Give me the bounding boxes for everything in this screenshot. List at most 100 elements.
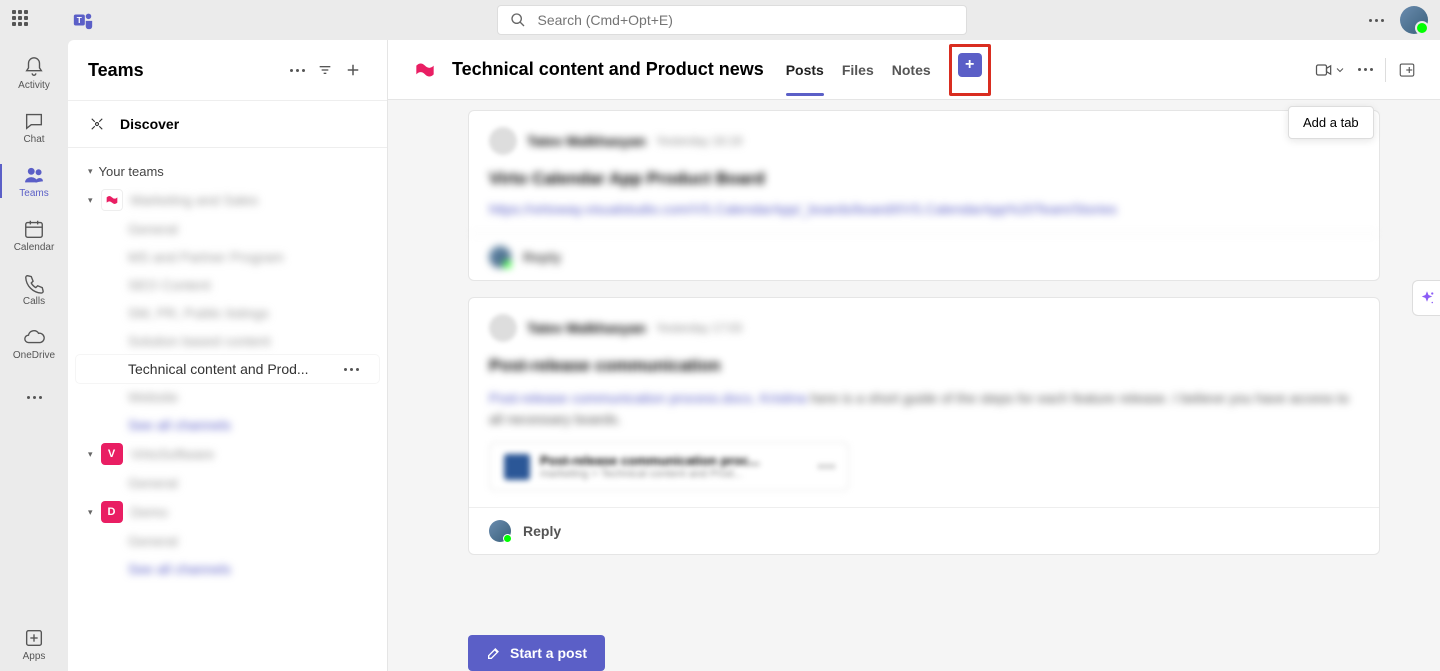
sidebar-header: Teams [68,40,387,100]
channel-row[interactable]: General [68,527,387,555]
attachment-subtitle: marketing > Technical content and Prod..… [540,468,809,480]
see-all-channels-link[interactable]: See all channels [68,411,387,439]
reply-button[interactable]: Reply [469,233,1379,280]
rail-label: Teams [19,188,48,199]
reply-avatar [489,520,511,542]
top-bar: T [0,0,1440,40]
channel-tabs: Posts Files Notes + [786,44,991,96]
reply-label: Reply [523,523,561,539]
user-avatar[interactable] [1400,6,1428,34]
create-team-icon[interactable] [339,56,367,84]
attachment-more-icon[interactable] [819,465,834,468]
channel-content: Technical content and Product news Posts… [388,40,1440,671]
channel-row[interactable]: MS and Partner Program [68,243,387,271]
add-tab-highlight: + [949,44,991,96]
apps-icon [23,627,45,649]
word-doc-icon [504,454,530,480]
rail-label: Apps [23,651,46,662]
teams-sidebar: Teams Discover Your teams Marketing and … [68,40,388,671]
channel-more-icon[interactable] [344,368,359,371]
start-post-button[interactable]: Start a post [468,635,605,671]
rail-calls[interactable]: Calls [0,262,68,316]
reply-label: Reply [523,249,561,265]
teams-logo-icon: T [72,9,94,31]
post-body-text: Post-release communication process.docx,… [489,388,1359,430]
team-row[interactable]: V VirtoSoftware [68,439,387,469]
rail-more[interactable] [0,370,68,424]
post-author-avatar[interactable] [489,314,517,342]
channel-row[interactable]: SEO Content [68,271,387,299]
post-attachment-link[interactable]: Post-release communication process.docx,… [489,390,806,406]
channel-row-active[interactable]: Technical content and Prod... [76,355,379,383]
team-avatar-icon [101,189,123,211]
cloud-icon [23,326,45,348]
calendar-icon [23,218,45,240]
rail-label: Calendar [14,242,55,253]
rail-label: OneDrive [13,350,55,361]
add-tab-button[interactable]: + [958,53,982,77]
rail-chat[interactable]: Chat [0,100,68,154]
rail-calendar[interactable]: Calendar [0,208,68,262]
app-rail: Activity Chat Teams Calendar Calls OneDr… [0,40,68,671]
channel-header: Technical content and Product news Posts… [388,40,1440,100]
see-all-channels-link[interactable]: See all channels [68,555,387,583]
rail-apps[interactable]: Apps [0,617,68,671]
channel-more-button[interactable] [1358,68,1373,71]
reply-avatar [489,246,511,268]
post-timestamp: Yesterday 17:03 [656,321,742,335]
filter-icon[interactable] [311,56,339,84]
reply-button[interactable]: Reply [469,507,1379,554]
team-row[interactable]: Marketing and Sales [68,185,387,215]
post-author[interactable]: Tatev Malkhasyan [527,320,646,336]
post-attachment[interactable]: Post-release communication proc... marke… [489,442,849,491]
discover-icon [88,115,106,133]
tab-notes[interactable]: Notes [892,44,931,96]
compose-icon [486,645,502,661]
channel-row[interactable]: General [68,215,387,243]
rail-label: Chat [23,134,44,145]
rail-onedrive[interactable]: OneDrive [0,316,68,370]
post-author[interactable]: Tatev Malkhasyan [527,133,646,149]
sidebar-title: Teams [88,60,283,81]
post-author-avatar[interactable] [489,127,517,155]
tab-files[interactable]: Files [842,44,874,96]
channel-row[interactable]: Website [68,383,387,411]
bell-icon [23,56,45,78]
channel-title: Technical content and Product news [452,59,764,80]
attachment-title: Post-release communication proc... [540,453,809,468]
team-name: Demo [131,504,168,520]
sidebar-more-icon[interactable] [283,56,311,84]
your-teams-section[interactable]: Your teams [68,158,387,185]
channel-row[interactable]: SM, PR, Public listings [68,299,387,327]
phone-icon [23,272,45,294]
teams-tree: Your teams Marketing and Sales General M… [68,148,387,671]
chat-icon [23,110,45,132]
post-card: Tatev Malkhasyan Yesterday 16:19 Virto C… [468,110,1380,281]
discover-button[interactable]: Discover [68,100,387,148]
open-panel-button[interactable] [1398,61,1416,79]
start-post-container: Start a post [468,635,1380,671]
search-box[interactable] [497,5,967,35]
team-name: Marketing and Sales [131,192,259,208]
discover-label: Discover [120,116,179,132]
post-link[interactable]: https://virtoway.visualstudio.com/VS.Cal… [489,201,1359,217]
rail-teams[interactable]: Teams [0,154,68,208]
more-options-icon[interactable] [1369,19,1384,22]
post-card: Tatev Malkhasyan Yesterday 17:03 Post-re… [468,297,1380,555]
team-name: VirtoSoftware [131,446,215,462]
copilot-badge[interactable] [1412,280,1440,316]
search-input[interactable] [538,12,954,28]
app-launcher-icon[interactable] [12,10,32,30]
channel-row[interactable]: Solution based content [68,327,387,355]
chevron-down-icon [1334,64,1346,76]
meet-button[interactable] [1314,60,1346,80]
tab-posts[interactable]: Posts [786,44,824,96]
sparkle-icon [1418,289,1436,307]
rail-activity[interactable]: Activity [0,46,68,100]
team-row[interactable]: D Demo [68,497,387,527]
channel-row[interactable]: General [68,469,387,497]
rail-label: Calls [23,296,45,307]
post-title: Post-release communication [489,356,1359,376]
posts-feed: Tatev Malkhasyan Yesterday 16:19 Virto C… [388,100,1440,625]
channel-name: Technical content and Prod... [128,361,309,377]
